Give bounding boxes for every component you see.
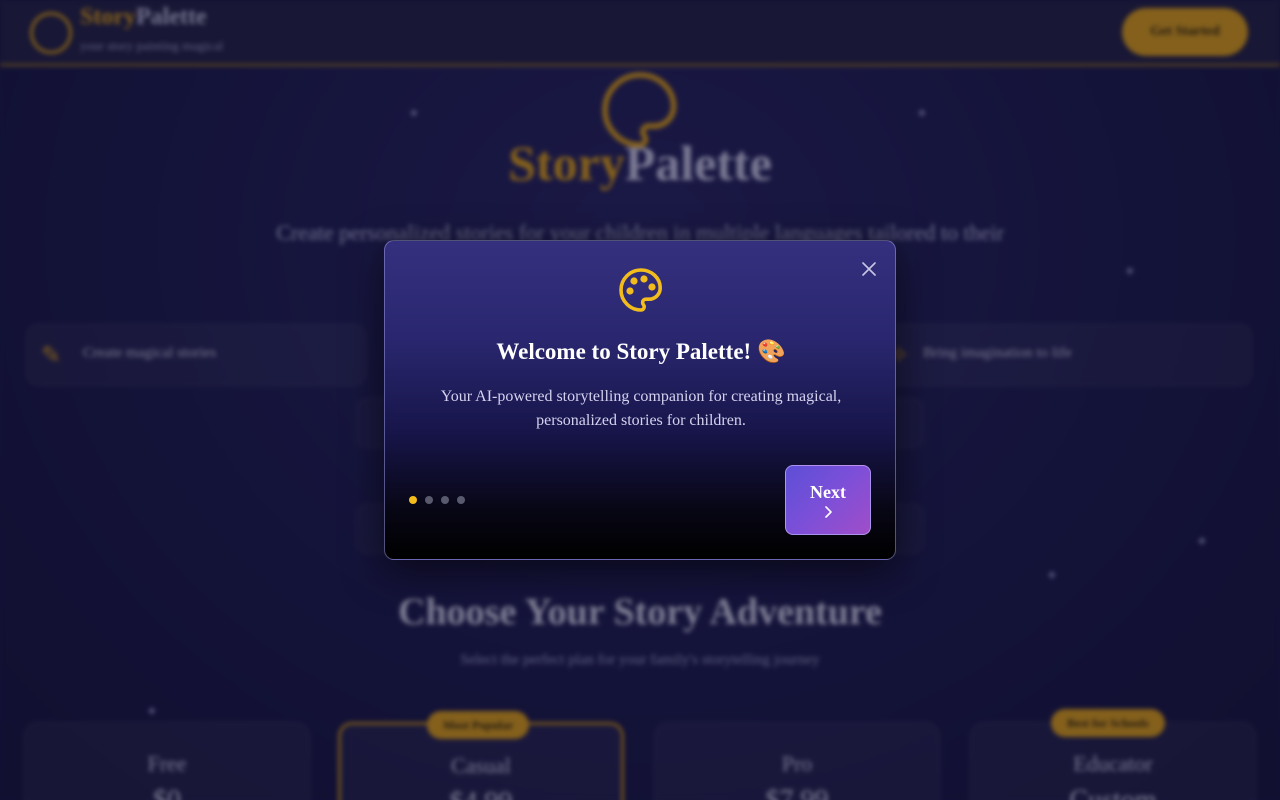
close-icon[interactable] [862,262,876,276]
next-button-label: Next [810,482,846,502]
palette-icon [619,268,662,312]
close-button[interactable] [857,257,881,281]
step-dot-4[interactable] [457,496,465,504]
next-button[interactable]: Next [785,465,871,535]
modal-title: Welcome to Story Palette! 🎨 [496,339,786,364]
step-dot-3[interactable] [441,496,449,504]
welcome-modal: Welcome to Story Palette! 🎨 Your AI-powe… [384,240,896,560]
step-dot-2[interactable] [425,496,433,504]
modal-description: Your AI-powered storytelling companion f… [440,388,842,429]
step-dot-1[interactable] [409,496,417,504]
chevron-right-icon [825,506,832,518]
step-indicator [409,496,465,504]
